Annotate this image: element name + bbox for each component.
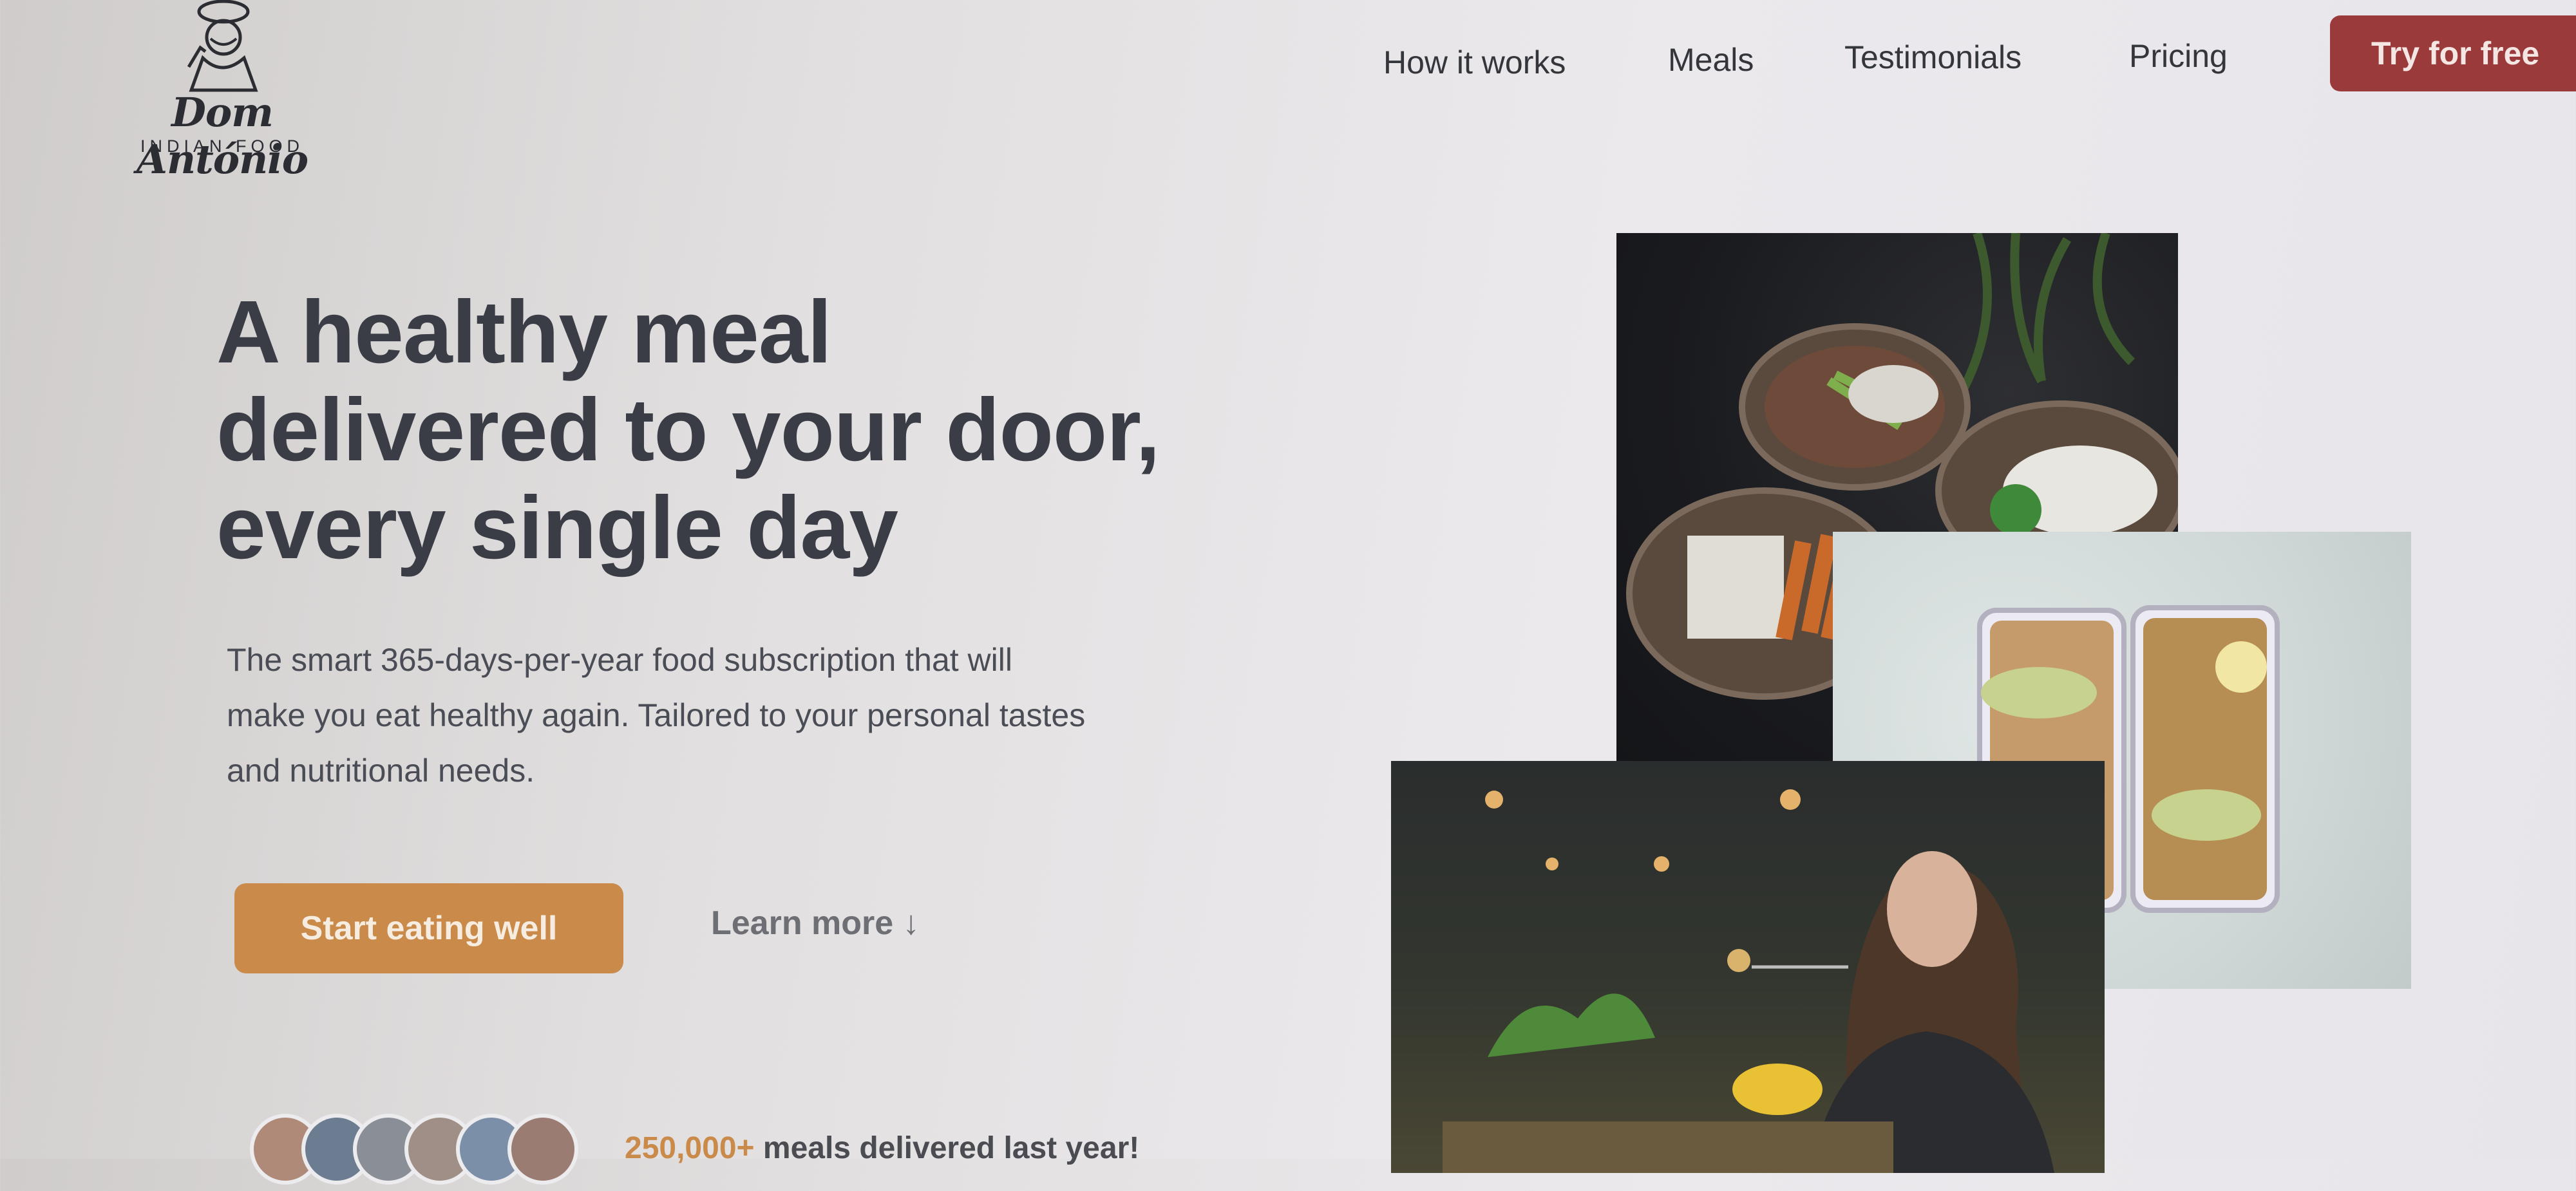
chef-icon [187,0,258,92]
start-eating-well-button[interactable]: Start eating well [234,883,623,973]
nav-pricing[interactable]: Pricing [2129,37,2228,75]
nav-how-it-works[interactable]: How it works [1383,44,1566,81]
woman-eating-image [1391,761,2105,1173]
brand-tagline: INDIAN FOOD [140,136,304,156]
hero-title-line: delivered to your door, [216,380,1160,480]
hero-title-line: A healthy meal [216,283,832,382]
meals-delivered-text: 250,000+ meals delivered last year! [625,1130,1139,1166]
hero-title: A healthy meal delivered to your door, e… [216,283,1279,577]
hero-description-line: and nutritional needs. [227,753,535,789]
nav-testimonials[interactable]: Testimonials [1844,39,2022,76]
brand-name: Dom António [136,89,308,183]
meals-delivered-label: meals delivered last year! [762,1131,1140,1165]
meals-delivered-count: 250,000+ [625,1131,755,1165]
hero-description-line: make you eat healthy again. Tailored to … [227,697,1086,733]
landing-page: Dom António INDIAN FOOD How it works Mea… [0,0,2576,1185]
hero-title-line: every single day [216,478,898,577]
nav-meals[interactable]: Meals [1668,41,1754,79]
woman-eating-illustration [1443,789,2054,1173]
try-for-free-button[interactable]: Try for free [2330,15,2576,91]
brand-logo[interactable]: Dom António INDIAN FOOD [97,0,348,183]
learn-more-link[interactable]: Learn more ↓ [711,904,920,942]
avatar [507,1114,578,1185]
hero-description-line: The smart 365-days-per-year food subscri… [227,642,1012,678]
hero-description: The smart 365-days-per-year food subscri… [227,632,1257,798]
